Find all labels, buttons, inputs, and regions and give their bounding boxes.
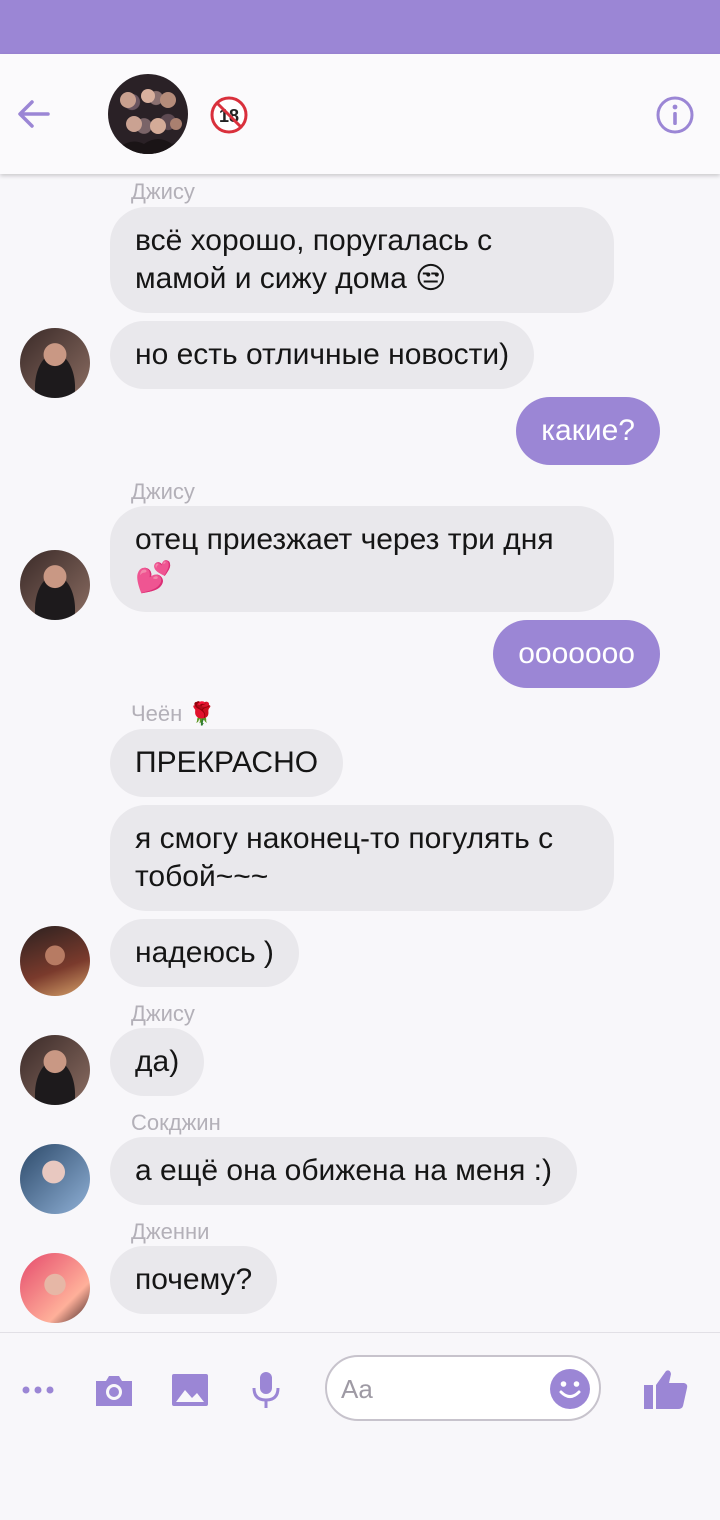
message-input-placeholder: Aa bbox=[341, 1374, 373, 1404]
avatar[interactable] bbox=[20, 328, 90, 398]
emoji-icon[interactable] bbox=[549, 1368, 591, 1410]
sender-name: Чеён 🌹 bbox=[131, 701, 216, 726]
message-bubble[interactable]: надеюсь ) bbox=[110, 919, 299, 987]
avatar[interactable] bbox=[20, 1035, 90, 1105]
avatar[interactable] bbox=[20, 550, 90, 620]
info-icon[interactable] bbox=[655, 95, 695, 135]
image-icon[interactable] bbox=[168, 1368, 212, 1412]
avatar[interactable] bbox=[20, 926, 90, 996]
message-bubble[interactable]: но есть отличные новости) bbox=[110, 321, 535, 389]
avatar[interactable] bbox=[20, 1144, 90, 1214]
camera-icon[interactable] bbox=[92, 1368, 136, 1412]
avatar[interactable] bbox=[20, 1253, 90, 1323]
mic-icon[interactable] bbox=[244, 1368, 288, 1412]
chat-header: 18 bbox=[0, 54, 720, 174]
message-list[interactable]: Джису всё хорошо, поругалась с мамой и с… bbox=[0, 174, 720, 1332]
sender-name: Сокджин bbox=[131, 1110, 221, 1135]
message-input[interactable]: Aa bbox=[325, 1355, 601, 1421]
system-nav-area bbox=[0, 1442, 720, 1520]
message-bubble-outgoing[interactable]: какие? bbox=[516, 397, 660, 465]
message-bubble[interactable]: отец приезжает через три дня 💕 bbox=[110, 506, 614, 612]
status-bar bbox=[0, 0, 720, 54]
message-bubble-outgoing[interactable]: ooooooo bbox=[493, 620, 660, 688]
age-18-badge-icon: 18 bbox=[210, 96, 248, 134]
thumbs-up-icon[interactable] bbox=[642, 1365, 690, 1413]
message-bubble[interactable]: почему? bbox=[110, 1246, 278, 1314]
sender-name: Джису bbox=[131, 1001, 195, 1026]
group-avatar[interactable] bbox=[108, 74, 188, 154]
message-bubble[interactable]: ПРЕКРАСНО bbox=[110, 729, 344, 797]
message-bubble[interactable]: всё хорошо, поругалась с мамой и сижу до… bbox=[110, 207, 614, 313]
sender-name: Джису bbox=[131, 179, 195, 204]
more-icon[interactable] bbox=[16, 1368, 60, 1412]
sender-name: Дженни bbox=[131, 1219, 210, 1244]
composer-bar: Aa bbox=[0, 1332, 720, 1442]
arrow-left-icon[interactable] bbox=[14, 94, 54, 134]
message-bubble[interactable]: а ещё она обижена на меня :) bbox=[110, 1137, 578, 1205]
message-bubble[interactable]: я смогу наконец-то погулять с тобой~~~ bbox=[110, 805, 614, 911]
sender-name: Джису bbox=[131, 479, 195, 504]
message-bubble[interactable]: да) bbox=[110, 1028, 205, 1096]
